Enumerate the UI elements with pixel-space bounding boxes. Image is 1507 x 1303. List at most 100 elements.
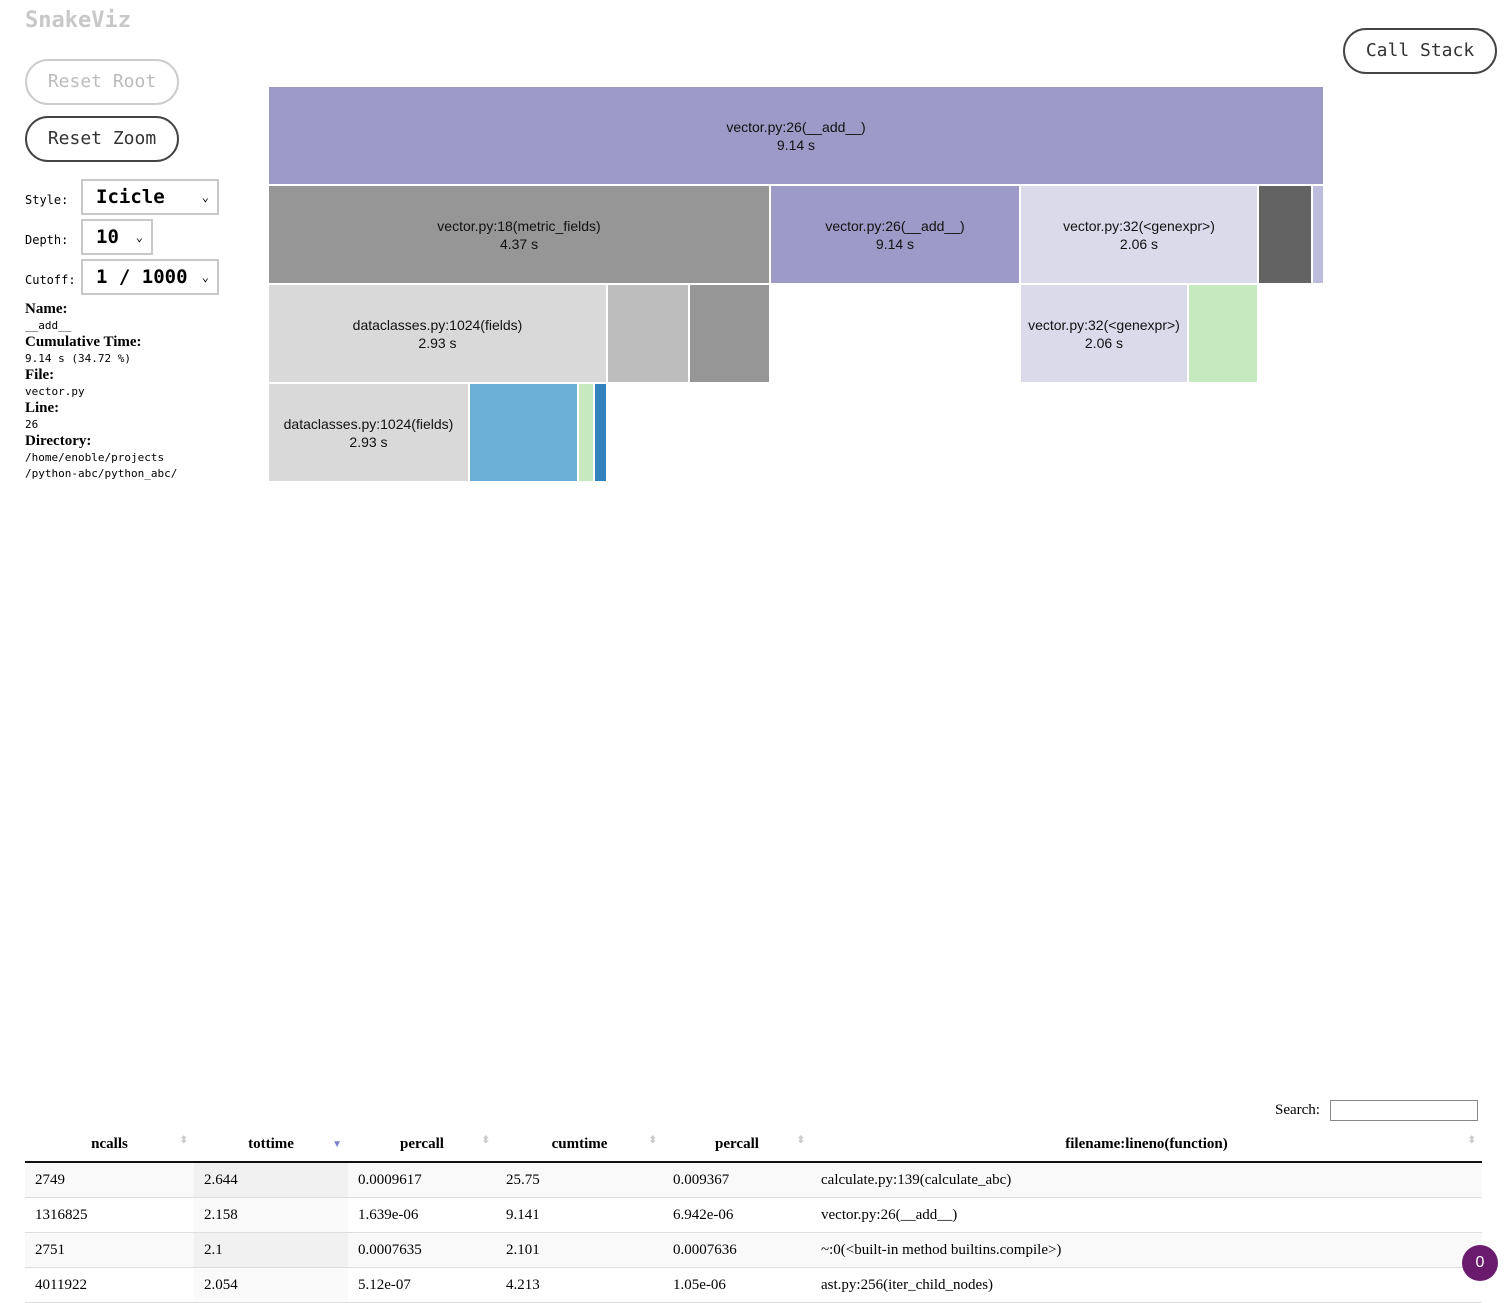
icicle-node-label: vector.py:26(__add__) — [825, 217, 965, 234]
icicle-node-label: vector.py:26(__add__) — [726, 118, 866, 135]
function-info-panel: Name: __add__ Cumulative Time: 9.14 s (3… — [25, 301, 177, 482]
directory-label: Directory: — [25, 433, 92, 449]
icicle-node[interactable]: vector.py:32(<genexpr>) 2.06 s — [1020, 285, 1189, 384]
stats-table: ncalls ⬍ tottime ▼ percall ⬍ cumtime ⬍ perca… — [25, 1127, 1482, 1303]
icicle-node[interactable] — [1188, 285, 1259, 384]
chevron-down-icon: ⌄ — [135, 230, 143, 244]
call-stack-button[interactable]: Call Stack — [1343, 28, 1497, 74]
depth-value: 10 — [96, 226, 119, 248]
directory-value-line1: /home/enoble/projects — [25, 451, 165, 464]
icicle-chart: vector.py:26(__add__) 9.14 s vector.py:18(… — [269, 87, 1325, 487]
table-cell: 1316825 — [25, 1197, 194, 1233]
table-row[interactable]: 1316825 2.158 1.639e-06 9.141 6.942e-06 vecto… — [25, 1197, 1482, 1233]
directory-value-line2: /python-abc/python_abc/ — [25, 467, 178, 480]
table-cell: 2.644 — [194, 1162, 348, 1198]
table-cell: vector.py:26(__add__) — [811, 1197, 1482, 1233]
icicle-node[interactable] — [1259, 186, 1313, 285]
column-header-function[interactable]: filename:lineno(function) ⬍ — [811, 1127, 1482, 1163]
depth-label: Depth: — [25, 233, 69, 247]
style-select[interactable]: Icicle ⌄ — [81, 179, 219, 215]
icicle-node[interactable] — [1312, 186, 1325, 285]
depth-select[interactable]: 10 ⌄ — [81, 219, 153, 255]
icicle-node[interactable]: dataclasses.py:1024(fields) 2.93 s — [269, 285, 608, 384]
icicle-node[interactable] — [607, 285, 691, 384]
table-cell: calculate.py:139(calculate_abc) — [811, 1162, 1482, 1198]
notification-badge[interactable]: 0 — [1462, 1245, 1498, 1281]
sort-desc-icon: ▼ — [332, 1139, 342, 1150]
style-value: Icicle — [96, 186, 165, 208]
table-cell: 2749 — [25, 1162, 194, 1198]
icicle-node[interactable]: dataclasses.py:1024(fields) 2.93 s — [269, 384, 470, 483]
icicle-node-time: 2.06 s — [1119, 235, 1159, 252]
style-label: Style: — [25, 193, 69, 207]
cutoff-value: 1 / 1000 — [96, 266, 188, 288]
table-cell: 9.141 — [496, 1197, 663, 1233]
column-header-percall-cum[interactable]: percall ⬍ — [663, 1127, 811, 1163]
sort-icon: ⬍ — [481, 1135, 490, 1146]
table-header-row: ncalls ⬍ tottime ▼ percall ⬍ cumtime ⬍ perca… — [25, 1127, 1482, 1163]
table-cell: ast.py:256(iter_child_nodes) — [811, 1267, 1482, 1303]
table-cell: 0.0007636 — [663, 1232, 811, 1268]
table-cell: 0.0009617 — [348, 1162, 496, 1198]
app-title: SnakeViz — [25, 8, 131, 33]
icicle-node-label: vector.py:18(metric_fields) — [437, 217, 601, 234]
icicle-node-label: vector.py:32(<genexpr>) — [1063, 217, 1215, 234]
column-header-ncalls[interactable]: ncalls ⬍ — [25, 1127, 194, 1163]
table-cell: 2.1 — [194, 1232, 348, 1268]
icicle-node[interactable] — [469, 384, 580, 483]
table-cell: 2.054 — [194, 1267, 348, 1303]
cumtime-label: Cumulative Time: — [25, 334, 142, 350]
icicle-node[interactable]: vector.py:32(<genexpr>) 2.06 s — [1020, 186, 1259, 285]
table-cell: 2.101 — [496, 1232, 663, 1268]
column-header-percall[interactable]: percall ⬍ — [348, 1127, 496, 1163]
icicle-node-time: 9.14 s — [776, 136, 816, 153]
column-header-cumtime[interactable]: cumtime ⬍ — [496, 1127, 663, 1163]
table-cell: 4011922 — [25, 1267, 194, 1303]
cutoff-label: Cutoff: — [25, 273, 76, 287]
icicle-node[interactable] — [594, 384, 608, 483]
file-value: vector.py — [25, 385, 85, 398]
icicle-node-time: 2.06 s — [1084, 334, 1124, 351]
reset-zoom-button[interactable]: Reset Zoom — [25, 116, 179, 162]
chevron-down-icon: ⌄ — [201, 270, 209, 284]
table-cell: ~:0(<built-in method builtins.compile>) — [811, 1232, 1482, 1268]
name-value: __add__ — [25, 319, 72, 332]
icicle-node[interactable] — [690, 285, 771, 384]
table-cell: 1.639e-06 — [348, 1197, 496, 1233]
column-header-tottime[interactable]: tottime ▼ — [194, 1127, 348, 1163]
table-row[interactable]: 2751 2.1 0.0007635 2.101 0.0007636 ~:0(<built… — [25, 1232, 1482, 1268]
icicle-node-label: dataclasses.py:1024(fields) — [283, 415, 454, 432]
icicle-node-label: vector.py:32(<genexpr>) — [1028, 316, 1180, 333]
icicle-node[interactable]: vector.py:26(__add__) 9.14 s — [269, 87, 1325, 186]
table-cell: 0.009367 — [663, 1162, 811, 1198]
sort-icon: ⬍ — [796, 1135, 805, 1146]
icicle-node[interactable]: vector.py:26(__add__) 9.14 s — [771, 186, 1021, 285]
cumtime-value: 9.14 s (34.72 %) — [25, 352, 131, 365]
sort-icon: ⬍ — [648, 1135, 657, 1146]
file-label: File: — [25, 367, 55, 383]
sort-icon: ⬍ — [179, 1135, 188, 1146]
table-cell: 1.05e-06 — [663, 1267, 811, 1303]
line-value: 26 — [25, 418, 39, 431]
sort-icon: ⬍ — [1467, 1135, 1476, 1146]
table-cell: 25.75 — [496, 1162, 663, 1198]
icicle-node-time: 4.37 s — [499, 235, 539, 252]
icicle-node-time: 2.93 s — [418, 334, 457, 351]
icicle-node-time: 9.14 s — [875, 235, 915, 252]
cutoff-select[interactable]: 1 / 1000 ⌄ — [81, 259, 219, 295]
line-label: Line: — [25, 400, 60, 416]
table-cell: 2751 — [25, 1232, 194, 1268]
table-cell: 6.942e-06 — [663, 1197, 811, 1233]
search-label: Search: — [1275, 1102, 1320, 1118]
table-row[interactable]: 2749 2.644 0.0009617 25.75 0.009367 calculate… — [25, 1162, 1482, 1198]
chevron-down-icon: ⌄ — [201, 190, 209, 204]
table-row[interactable]: 4011922 2.054 5.12e-07 4.213 1.05e-06 ast.py:… — [25, 1267, 1482, 1303]
icicle-node[interactable] — [579, 384, 595, 483]
icicle-node-label: dataclasses.py:1024(fields) — [352, 316, 523, 333]
table-cell: 2.158 — [194, 1197, 348, 1233]
reset-root-button[interactable]: Reset Root — [25, 59, 179, 105]
table-cell: 0.0007635 — [348, 1232, 496, 1268]
icicle-node[interactable]: vector.py:18(metric_fields) 4.37 s — [269, 186, 772, 285]
table-cell: 4.213 — [496, 1267, 663, 1303]
search-input[interactable] — [1330, 1100, 1478, 1121]
